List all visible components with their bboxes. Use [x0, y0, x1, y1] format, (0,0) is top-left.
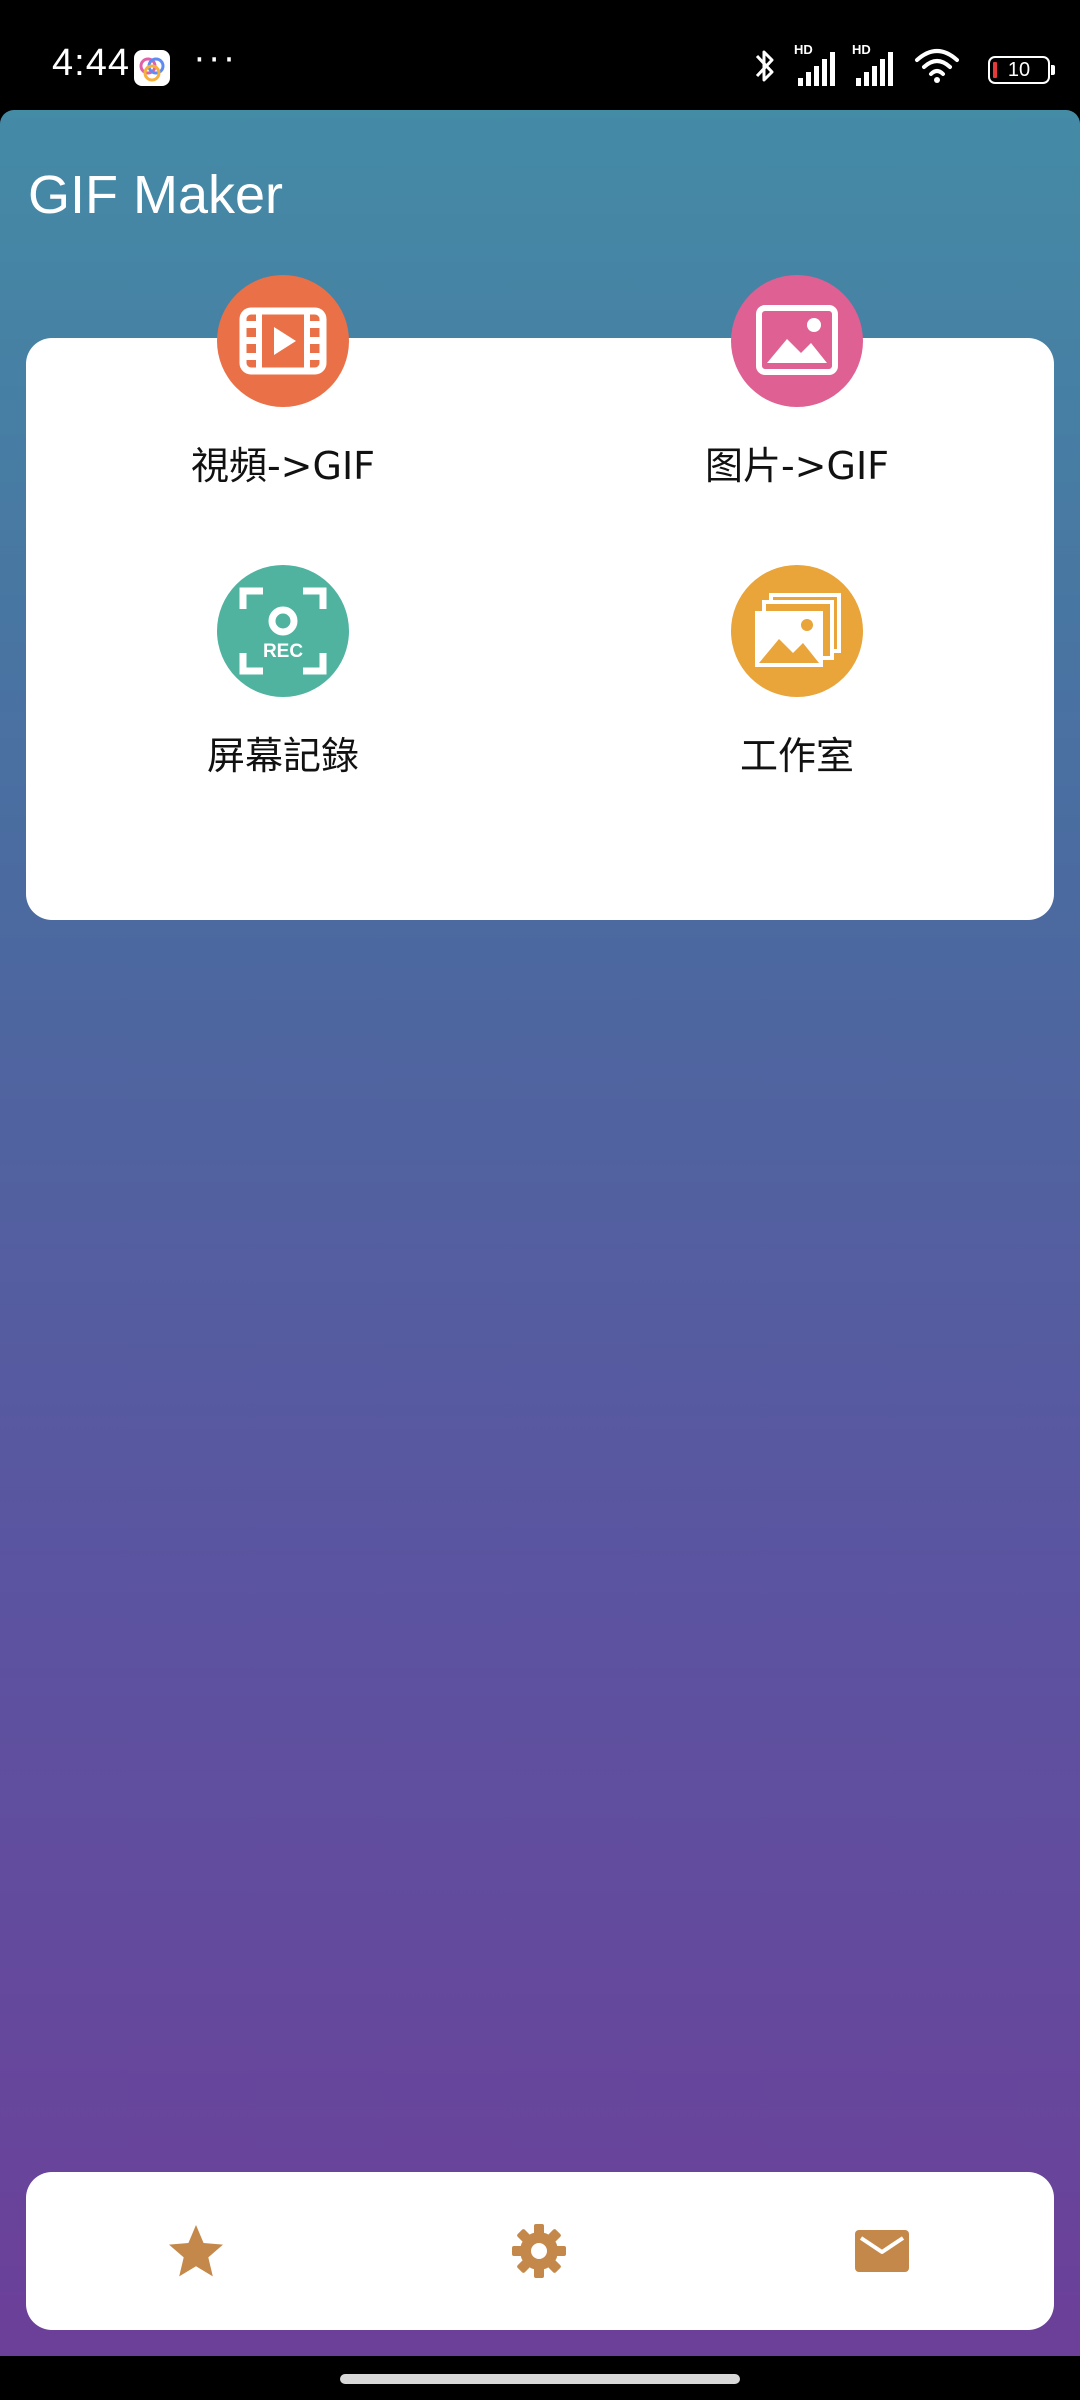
bottom-navigation [26, 2172, 1054, 2330]
screen-record-icon: REC [217, 565, 349, 697]
studio-button[interactable]: 工作室 [587, 565, 1007, 815]
home-gesture-bar[interactable] [340, 2374, 740, 2384]
cell-signal-1: HD [794, 42, 844, 90]
phone-screen: 4:44 ··· HD HD 10 GIF Maker 視頻->GIF 图片->… [0, 0, 1080, 2400]
video-to-gif-button[interactable]: 視頻->GIF [73, 275, 493, 525]
mail-button[interactable] [802, 2172, 962, 2330]
image-to-gif-button[interactable]: 图片->GIF [587, 275, 1007, 525]
cell-signal-bars-2-icon [856, 52, 893, 86]
wifi-icon [915, 49, 959, 83]
gesture-area [0, 2356, 1080, 2400]
image-to-gif-label: 图片->GIF [704, 444, 890, 488]
video-to-gif-label: 視頻->GIF [190, 444, 376, 488]
status-bar: 4:44 ··· HD HD 10 [0, 0, 1080, 110]
screen-record-button[interactable]: REC 屏幕記錄 [73, 565, 493, 815]
app-container: GIF Maker 視頻->GIF 图片->GIF REC 屏幕記錄 工作室 [0, 110, 1080, 2356]
cell-signal-2: HD [852, 42, 902, 90]
gear-icon [512, 2224, 566, 2278]
bluetooth-icon [755, 50, 774, 82]
screen-record-label: 屏幕記錄 [206, 734, 359, 778]
status-time: 4:44 [52, 42, 130, 84]
mail-icon [855, 2230, 909, 2272]
status-overflow-dots: ··· [194, 40, 239, 80]
star-icon [169, 2225, 223, 2277]
image-picture-icon [731, 275, 863, 407]
svg-text:REC: REC [263, 641, 303, 662]
gallery-stack-icon [731, 565, 863, 697]
battery-level: 10 [1007, 59, 1031, 81]
studio-label: 工作室 [739, 734, 854, 778]
cell-signal-bars-1-icon [798, 52, 835, 86]
app-title: GIF Maker [28, 165, 284, 225]
notification-app-icon [134, 50, 170, 86]
settings-button[interactable] [459, 2172, 619, 2330]
video-film-icon [217, 275, 349, 407]
favorite-button[interactable] [116, 2172, 276, 2330]
status-icons: HD HD 10 [750, 42, 1055, 90]
battery-indicator: 10 [988, 56, 1055, 84]
